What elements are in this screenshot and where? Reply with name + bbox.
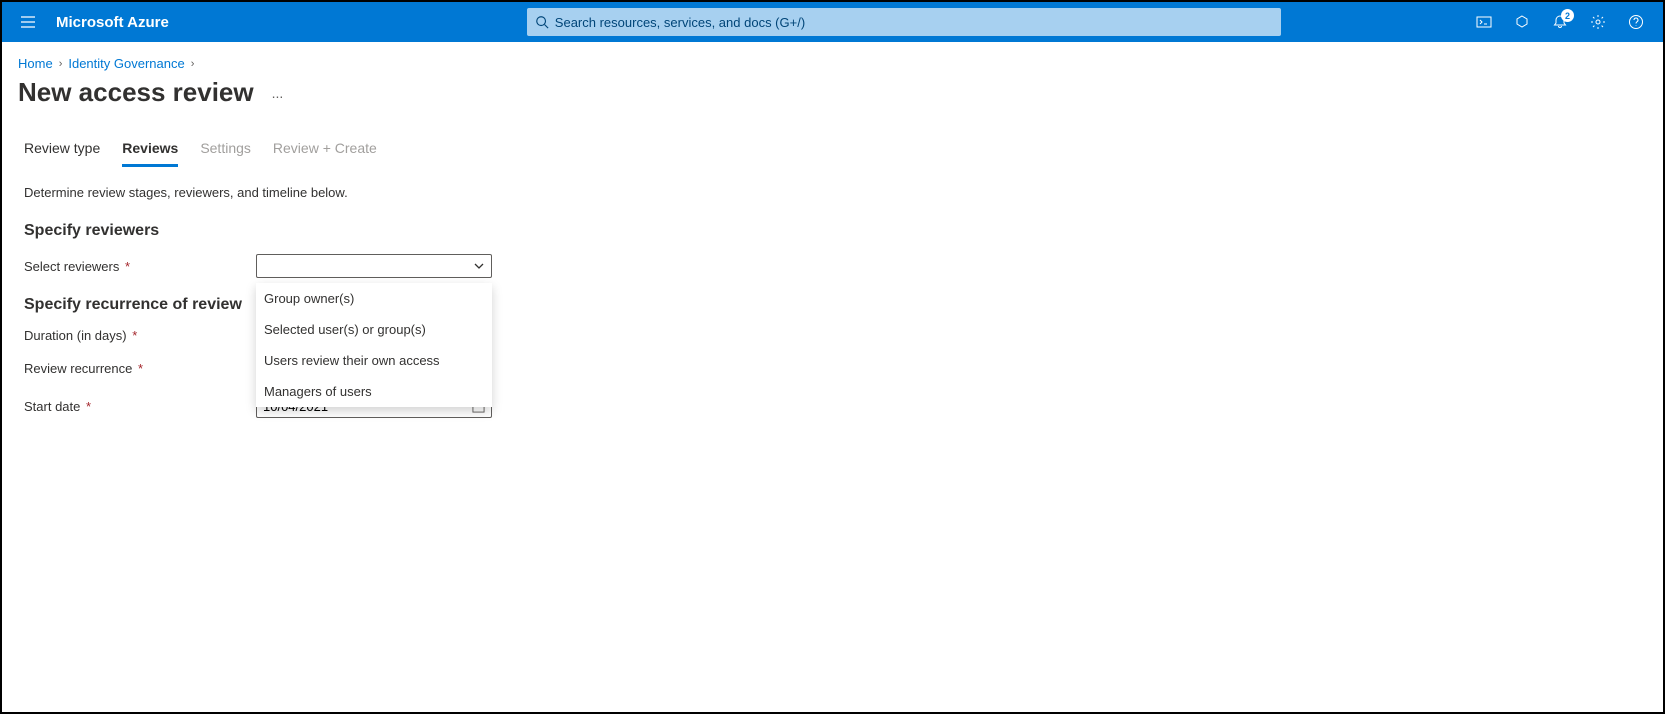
tabs: Review type Reviews Settings Review + Cr… [2,116,1663,167]
required-asterisk: * [121,259,130,274]
hamburger-menu-icon[interactable] [12,6,44,38]
cloud-shell-icon[interactable] [1467,5,1501,39]
topbar-right-icons: 2 [1467,5,1653,39]
chevron-right-icon: › [191,58,195,70]
dropdown-reviewers-list: Group owner(s) Selected user(s) or group… [256,283,492,407]
tab-settings: Settings [200,140,251,167]
settings-icon[interactable] [1581,5,1615,39]
notification-badge: 2 [1561,9,1574,22]
tab-review-create: Review + Create [273,140,377,167]
option-group-owners[interactable]: Group owner(s) [256,283,492,314]
chevron-right-icon: › [59,58,63,70]
help-icon[interactable] [1619,5,1653,39]
option-managers-of-users[interactable]: Managers of users [256,376,492,407]
row-select-reviewers: Select reviewers * [24,254,1641,278]
directories-icon[interactable] [1505,5,1539,39]
label-duration: Duration (in days) * [24,328,256,343]
label-select-reviewers: Select reviewers * [24,259,256,274]
option-selected-users-groups[interactable]: Selected user(s) or group(s) [256,314,492,345]
label-recurrence: Review recurrence * [24,361,256,376]
more-icon[interactable]: ... [272,85,284,101]
tab-review-type[interactable]: Review type [24,140,100,167]
breadcrumb-home[interactable]: Home [18,56,53,71]
dropdown-select-reviewers[interactable] [256,254,492,278]
section-reviewers-title: Specify reviewers [24,222,1641,240]
menu-icon [20,14,36,30]
search-icon [535,15,549,29]
page-title-wrap: New access review ... [2,77,1663,116]
tab-reviews[interactable]: Reviews [122,140,178,167]
brand-title: Microsoft Azure [56,14,169,31]
breadcrumb: Home › Identity Governance › [2,42,1663,77]
required-asterisk: * [82,399,91,414]
required-asterisk: * [134,361,143,376]
label-start-date: Start date * [24,399,256,414]
chevron-down-icon [473,260,485,272]
description: Determine review stages, reviewers, and … [24,185,1641,200]
page-title: New access review [18,77,254,108]
required-asterisk: * [129,328,138,343]
search-input[interactable] [555,15,1273,30]
option-users-self-review[interactable]: Users review their own access [256,345,492,376]
notifications-icon[interactable]: 2 [1543,5,1577,39]
topbar: Microsoft Azure 2 [2,2,1663,42]
content: Determine review stages, reviewers, and … [2,167,1663,454]
breadcrumb-identity-governance[interactable]: Identity Governance [68,56,184,71]
search-box[interactable] [527,8,1281,36]
